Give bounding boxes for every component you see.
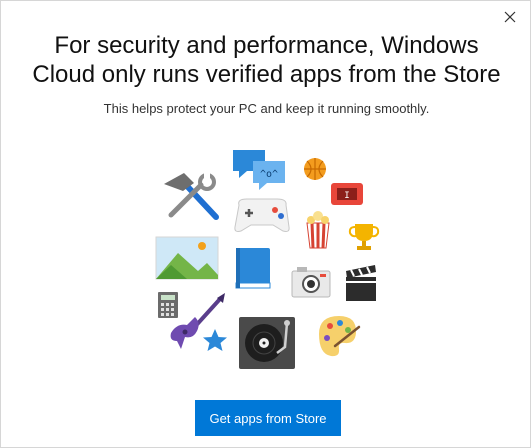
ticket-icon: I (331, 183, 363, 205)
turntable-icon (239, 317, 295, 369)
close-icon (504, 11, 516, 23)
chat-emoticon-text: ^o^ (260, 169, 278, 180)
tools-icon (164, 173, 219, 220)
picture-icon (155, 236, 219, 280)
calculator-icon (158, 292, 178, 318)
chat-icon: ^o^ (233, 150, 285, 190)
basketball-icon (304, 158, 326, 180)
heading-line-1: For security and performance, Windows (54, 32, 479, 59)
star-icon (203, 329, 227, 351)
trophy-icon (348, 224, 380, 250)
close-button[interactable] (496, 5, 524, 29)
popcorn-icon (306, 211, 330, 249)
dialog-heading: For security and performance, Windows Cl… (1, 31, 531, 89)
svg-text:I: I (344, 191, 349, 201)
book-icon (235, 248, 271, 289)
camera-icon (291, 267, 331, 298)
clapperboard-icon (346, 265, 376, 301)
apps-illustration: ^o^ I (155, 150, 380, 369)
store-dialog: For security and performance, Windows Cl… (0, 0, 531, 448)
get-apps-button[interactable]: Get apps from Store (195, 400, 341, 436)
dialog-subtitle: This helps protect your PC and keep it r… (103, 101, 430, 116)
palette-icon (319, 316, 361, 357)
heading-line-2: Cloud only runs verified apps from the S… (32, 61, 501, 88)
gamepad-icon (234, 198, 290, 232)
